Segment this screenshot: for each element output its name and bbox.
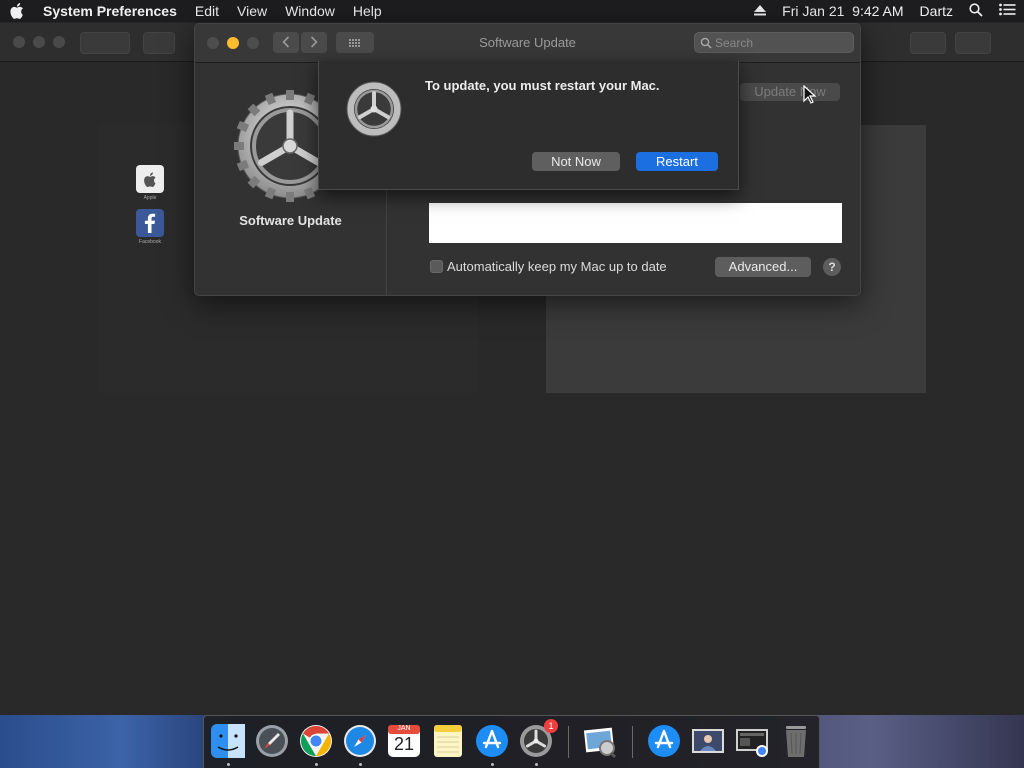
not-now-button[interactable]: Not Now	[532, 152, 620, 171]
calendar-icon[interactable]: JAN 21	[386, 723, 422, 759]
menu-bar: System Preferences Edit View Window Help…	[0, 0, 1024, 22]
notification-center-icon[interactable]	[991, 3, 1024, 19]
system-preferences-icon[interactable]: 1	[518, 719, 558, 759]
facebook-bookmark-caption: Facebook	[139, 239, 161, 245]
safari-running-dot	[359, 763, 362, 766]
sheet-message: To update, you must restart your Mac.	[425, 78, 660, 93]
mouse-cursor-icon	[803, 85, 817, 104]
menu-app-name[interactable]: System Preferences	[34, 3, 186, 19]
sheet-gear-icon	[346, 81, 402, 137]
spotlight-icon[interactable]	[961, 2, 991, 20]
menu-edit[interactable]: Edit	[186, 3, 228, 19]
bg-tabs-button[interactable]	[955, 32, 991, 54]
chrome-icon[interactable]	[298, 723, 334, 759]
dock-separator	[632, 726, 633, 758]
menu-clock[interactable]: Fri Jan 21 9:42 AM	[774, 3, 911, 19]
menu-help[interactable]: Help	[344, 3, 391, 19]
update-now-button[interactable]: Update Now	[740, 83, 840, 101]
preview-icon[interactable]	[582, 723, 618, 759]
app-store-2-icon[interactable]	[646, 723, 682, 759]
dock: JAN 21 1	[203, 715, 820, 768]
photo-icon[interactable]	[690, 723, 726, 759]
system-preferences-running-dot	[535, 763, 538, 766]
bg-sidebar-button[interactable]	[143, 32, 175, 54]
apple-bookmark-icon[interactable]	[136, 165, 164, 193]
dock-separator	[568, 726, 569, 758]
restart-sheet: To update, you must restart your Mac. No…	[318, 61, 739, 190]
finder-running-dot	[227, 763, 230, 766]
bg-zoom-button[interactable]	[53, 36, 65, 48]
help-button[interactable]: ?	[823, 258, 841, 276]
menu-view[interactable]: View	[228, 3, 276, 19]
app-store-icon[interactable]	[474, 723, 510, 759]
update-info-panel	[429, 203, 842, 243]
chrome-running-dot	[315, 763, 318, 766]
facebook-bookmark-icon[interactable]	[136, 209, 164, 237]
calendar-day: 21	[393, 734, 415, 754]
safari-icon[interactable]	[342, 723, 378, 759]
trash-icon[interactable]	[778, 723, 814, 759]
calendar-month: JAN	[397, 725, 411, 732]
search-icon	[700, 37, 712, 49]
app-store-running-dot	[491, 763, 494, 766]
restart-button[interactable]: Restart	[636, 152, 718, 171]
sidebar-label: Software Update	[239, 213, 342, 228]
menu-window[interactable]: Window	[276, 3, 344, 19]
bg-share-button[interactable]	[910, 32, 946, 54]
auto-update-checkbox[interactable]	[430, 260, 443, 273]
apple-bookmark-caption: Apple	[143, 195, 157, 201]
bg-minimize-button[interactable]	[33, 36, 45, 48]
launchpad-icon[interactable]	[254, 723, 290, 759]
update-badge: 1	[544, 719, 558, 733]
notes-icon[interactable]	[430, 723, 466, 759]
bg-close-button[interactable]	[13, 36, 25, 48]
bg-back-forward-buttons[interactable]	[80, 32, 130, 54]
auto-update-label[interactable]: Automatically keep my Mac up to date	[447, 259, 667, 274]
window-toolbar: Software Update	[195, 24, 860, 63]
search-field[interactable]	[694, 32, 854, 53]
advanced-button[interactable]: Advanced...	[715, 257, 811, 277]
finder-icon[interactable]	[210, 723, 246, 759]
apple-menu-icon[interactable]	[0, 3, 34, 19]
search-input[interactable]	[715, 35, 835, 50]
screenshot-icon[interactable]	[734, 723, 770, 759]
menu-extras: Fri Jan 21 9:42 AM Dartz	[746, 0, 1024, 22]
eject-icon[interactable]	[746, 3, 774, 19]
menu-user[interactable]: Dartz	[912, 3, 961, 19]
